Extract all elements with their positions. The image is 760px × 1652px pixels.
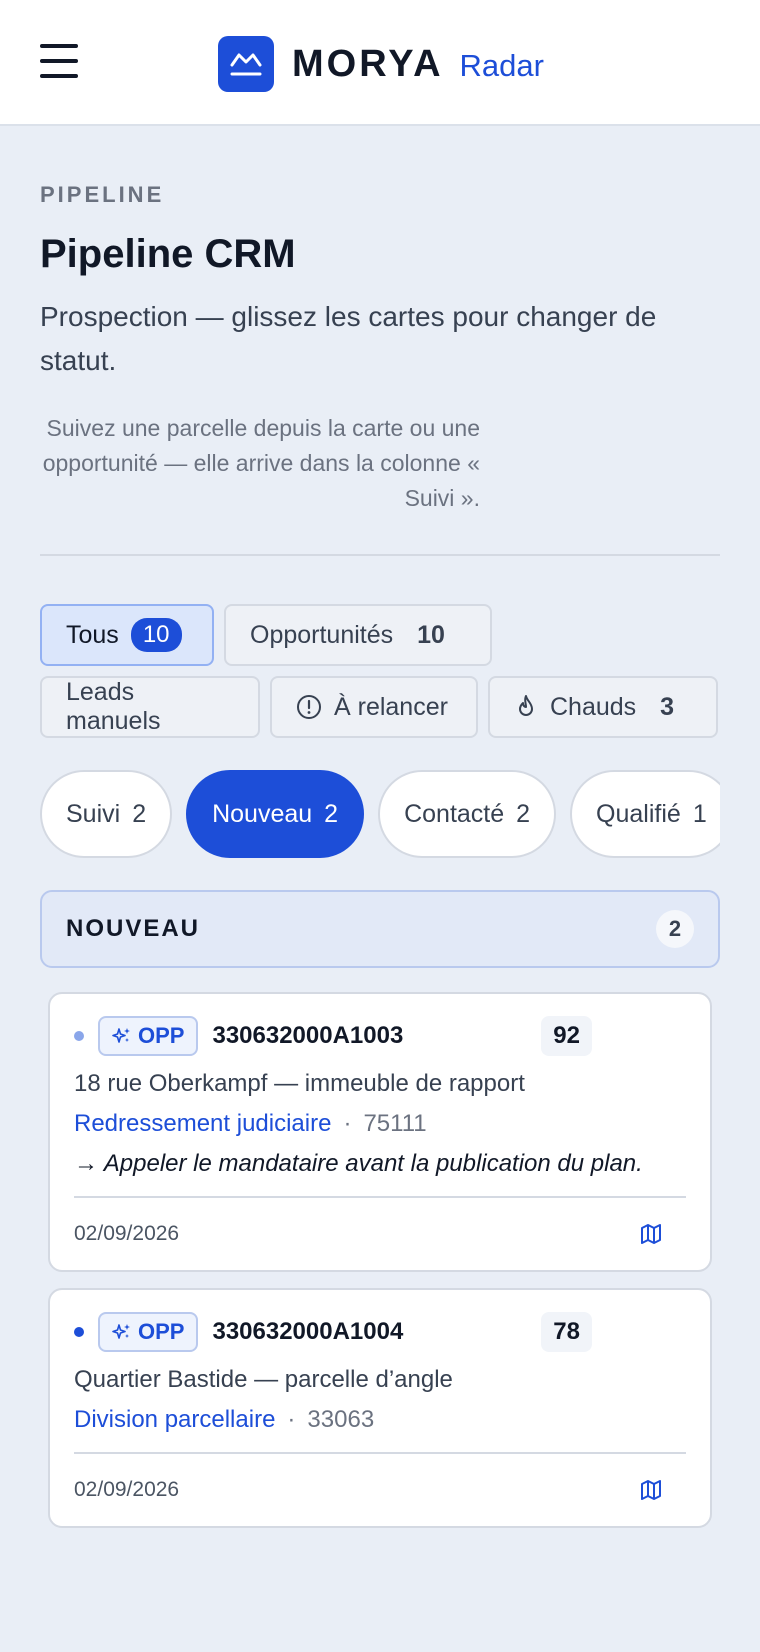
tab-label: Suivi [66, 799, 121, 828]
tab-nouveau[interactable]: Nouveau 2 [186, 770, 365, 858]
tab-label: Nouveau [212, 799, 313, 828]
app-header: MORYA Radar [0, 0, 760, 126]
score-badge: 78 [541, 1312, 592, 1352]
opp-badge: OPP [98, 1312, 199, 1352]
opp-label: OPP [138, 1319, 185, 1344]
tab-suivi[interactable]: Suivi 2 [40, 770, 173, 858]
brand-name: MORYA [292, 42, 444, 85]
filter-count-badge: 10 [130, 618, 182, 652]
status-dot [74, 1031, 84, 1041]
card-footer: 02/09/2026 [74, 1452, 686, 1526]
tab-label: Contacté [404, 799, 505, 828]
divider [40, 554, 720, 556]
filter-follow-up[interactable]: À relancer [270, 676, 478, 738]
main-content: PIPELINE Pipeline CRM Prospection — glis… [0, 182, 760, 1528]
tab-qualifie[interactable]: Qualifié 1 [570, 770, 720, 858]
page-title: Pipeline CRM [40, 232, 296, 276]
score-badge: 92 [541, 1016, 592, 1056]
card-meta: Redressement judiciaire · 75111 [74, 1110, 686, 1138]
column-title: NOUVEAU [66, 915, 201, 942]
column-count: 2 [656, 910, 694, 948]
filter-manual-leads[interactable]: Leads manuels [40, 676, 260, 738]
page-subtitle: Prospection — glissez les cartes pour ch… [40, 301, 657, 376]
parcel-id: 330632000A1003 [212, 1022, 404, 1049]
sparkle-icon [112, 1028, 130, 1043]
status-dot [74, 1327, 84, 1337]
filter-all[interactable]: Tous 10 [40, 604, 214, 666]
tab-contacte[interactable]: Contacté 2 [378, 770, 557, 858]
filter-hot[interactable]: Chauds 3 [488, 676, 718, 738]
card-address: 18 rue Oberkampf — immeuble de rapport [74, 1070, 525, 1097]
filter-label: Chauds [550, 692, 637, 721]
brand-subtitle: Radar [459, 48, 544, 83]
logo-icon [218, 36, 274, 92]
procedure-link[interactable]: Division parcellaire [74, 1406, 275, 1434]
card-list: OPP 330632000A1003 92 18 rue Oberkampf —… [40, 968, 720, 1528]
map-icon[interactable] [640, 1223, 662, 1245]
next-action: → Appeler le mandataire avant la publica… [74, 1150, 643, 1177]
card-date: 02/09/2026 [74, 1478, 180, 1501]
lead-card[interactable]: OPP 330632000A1004 78 Quartier Bastide —… [48, 1288, 712, 1528]
filter-opportunities[interactable]: Opportunités 10 [224, 604, 492, 666]
flame-icon [514, 694, 538, 720]
page-eyebrow: PIPELINE [40, 182, 165, 207]
card-top: OPP 330632000A1004 78 [74, 1312, 686, 1352]
brand[interactable]: MORYA Radar [218, 36, 544, 92]
filter-bar: Tous 10 Opportunités 10 Leads manuels À … [40, 604, 720, 738]
filter-count: 10 [417, 620, 445, 649]
column-header: NOUVEAU 2 [40, 890, 720, 968]
tab-count: 2 [132, 799, 147, 828]
map-icon[interactable] [640, 1479, 662, 1501]
card-top: OPP 330632000A1003 92 [74, 1016, 686, 1056]
opp-label: OPP [138, 1023, 185, 1048]
procedure-link[interactable]: Redressement judiciaire [74, 1110, 331, 1138]
card-footer: 02/09/2026 [74, 1196, 686, 1270]
tab-count: 2 [516, 799, 531, 828]
sparkle-icon [112, 1324, 130, 1339]
card-meta: Division parcellaire · 33063 [74, 1406, 686, 1434]
card-date: 02/09/2026 [74, 1222, 180, 1245]
parcel-id: 330632000A1004 [212, 1318, 404, 1345]
filter-label: À relancer [334, 692, 448, 721]
tab-count: 2 [324, 799, 339, 828]
opp-badge: OPP [98, 1016, 199, 1056]
tab-label: Qualifié [596, 799, 681, 828]
postal-code: 75111 [363, 1110, 427, 1137]
filter-label: Opportunités [250, 620, 394, 649]
page-hint: Suivez une parcelle depuis la carte ou u… [42, 415, 480, 511]
meta-separator: · [343, 1110, 352, 1137]
filter-label: Tous [66, 620, 119, 649]
tab-count: 1 [692, 799, 707, 828]
menu-icon[interactable] [40, 44, 78, 78]
filter-count: 3 [660, 692, 675, 721]
card-address: Quartier Bastide — parcelle d’angle [74, 1366, 453, 1393]
status-tabs: Suivi 2 Nouveau 2 Contacté 2 Qualifié 1 [40, 770, 720, 858]
meta-separator: · [287, 1406, 296, 1433]
filter-label: Leads manuels [66, 678, 161, 735]
alert-circle-icon [296, 694, 322, 720]
postal-code: 33063 [307, 1406, 375, 1433]
lead-card[interactable]: OPP 330632000A1003 92 18 rue Oberkampf —… [48, 992, 712, 1272]
